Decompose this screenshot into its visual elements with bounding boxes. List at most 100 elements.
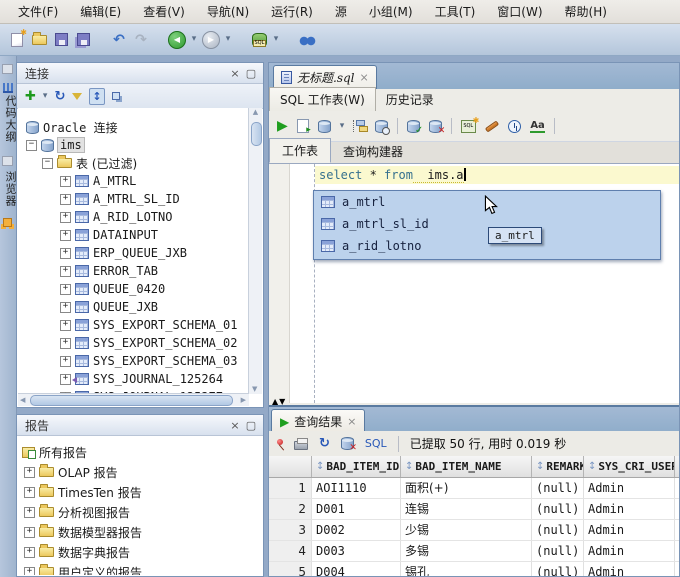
rollback-icon[interactable] [429, 120, 442, 133]
horizontal-scrollbar[interactable]: ◀ ▶ [18, 393, 249, 406]
cell[interactable]: (null) [532, 562, 584, 576]
tree-item-report-folder[interactable]: +分析视图报告 [18, 502, 262, 522]
scroll-right-icon[interactable]: ▶ [241, 396, 246, 404]
expand-icon[interactable]: + [60, 338, 71, 349]
undo-button[interactable]: ↶ [108, 28, 130, 52]
tree-item-table[interactable]: +A_MTRL_SL_ID [18, 190, 249, 208]
add-connection-button[interactable]: ✚ [25, 89, 36, 104]
autotrace-icon[interactable] [375, 120, 388, 133]
tree-item-table[interactable]: +A_RID_LOTNO [18, 208, 249, 226]
table-row[interactable]: 1 AOI1110 面积(+) (null) Admin 2 [269, 478, 679, 499]
unshared-worksheet-icon[interactable] [461, 120, 476, 133]
cell[interactable]: (null) [532, 499, 584, 519]
close-icon[interactable]: × [227, 419, 243, 432]
cell[interactable]: 连锡 [401, 499, 532, 519]
expand-icon[interactable]: + [24, 487, 35, 498]
tree-item-table[interactable]: +QUEUE_JXB [18, 298, 249, 316]
cell-partial[interactable]: 2 [675, 478, 679, 498]
expand-icon[interactable]: + [60, 302, 71, 313]
save-all-button[interactable] [72, 28, 94, 52]
cell-partial[interactable]: 2 [675, 499, 679, 519]
scroll-left-icon[interactable]: ◀ [20, 396, 25, 404]
cell[interactable]: Admin [584, 520, 675, 540]
clear-icon[interactable] [485, 120, 499, 132]
forward-dropdown[interactable]: ▾ [222, 28, 234, 52]
collapse-all-icon[interactable] [112, 92, 120, 100]
column-header[interactable]: ↕BAD_ITEM_ID [312, 456, 401, 477]
dock-tab-icon[interactable] [2, 156, 13, 166]
change-case-icon[interactable]: Aa [530, 120, 545, 133]
tree-item-tables-folder[interactable]: − 表 (已过滤) [18, 154, 249, 172]
menu-run[interactable]: 运行(R) [261, 1, 323, 22]
tree-item-table[interactable]: +SYS_JOURNAL_125264 [18, 370, 249, 388]
table-row[interactable]: 2 D001 连锡 (null) Admin 2 [269, 499, 679, 520]
cell[interactable]: (null) [532, 478, 584, 498]
expand-icon[interactable]: + [24, 547, 35, 558]
tree-item-all-reports[interactable]: 所有报告 [18, 442, 262, 462]
dock-tab-icon[interactable] [2, 64, 13, 74]
sql-history-icon[interactable] [508, 120, 521, 133]
save-button[interactable] [50, 28, 72, 52]
expand-icon[interactable]: + [60, 176, 71, 187]
column-header-partial[interactable]: ↕ [675, 456, 679, 477]
tree-item-table[interactable]: +DATAINPUT [18, 226, 249, 244]
close-icon[interactable]: × [360, 71, 369, 84]
sort-toggle-button[interactable]: ↕ [89, 88, 104, 105]
pin-icon[interactable] [277, 439, 283, 445]
sql-connection-button[interactable] [248, 28, 270, 52]
cell[interactable]: D002 [312, 520, 401, 540]
expand-icon[interactable]: + [60, 230, 71, 241]
menu-help[interactable]: 帮助(H) [555, 1, 617, 22]
autocomplete-item[interactable]: a_mtrl_sl_id [314, 213, 660, 235]
back-dropdown[interactable]: ▾ [188, 28, 200, 52]
menu-team[interactable]: 小组(M) [359, 1, 423, 22]
tree-item-table[interactable]: +ERROR_TAB [18, 262, 249, 280]
splitter-arrows-icon[interactable]: ▲▼ [272, 397, 286, 406]
cell[interactable]: (null) [532, 541, 584, 561]
cell-partial[interactable]: 2 [675, 541, 679, 561]
close-icon[interactable]: × [347, 415, 356, 428]
expand-icon[interactable]: + [60, 194, 71, 205]
scrollbar-thumb[interactable] [251, 122, 262, 146]
cell[interactable]: Admin [584, 478, 675, 498]
expand-icon[interactable]: + [60, 356, 71, 367]
explain-plan-icon[interactable] [353, 120, 366, 132]
back-button[interactable]: ◀ [166, 28, 188, 52]
cell[interactable]: (null) [532, 520, 584, 540]
tree-item-oracle-connections[interactable]: Oracle 连接 [18, 118, 249, 136]
cell-partial[interactable]: 2 [675, 562, 679, 576]
sql-link[interactable]: SQL [365, 437, 387, 450]
scroll-down-icon[interactable]: ▼ [252, 385, 257, 393]
expand-icon[interactable]: + [24, 507, 35, 518]
commit-icon[interactable] [407, 120, 420, 133]
database-actions-icon[interactable] [318, 120, 331, 133]
expand-icon[interactable]: + [60, 284, 71, 295]
menu-edit[interactable]: 编辑(E) [70, 1, 131, 22]
cell[interactable]: Admin [584, 541, 675, 561]
table-row[interactable]: 5 D004 锡孔 (null) Admin 2 [269, 562, 679, 576]
new-file-button[interactable] [6, 28, 28, 52]
tab-sql-worksheet[interactable]: SQL 工作表(W) [269, 87, 376, 111]
cell[interactable]: 少锡 [401, 520, 532, 540]
tree-item-table[interactable]: +SYS_EXPORT_SCHEMA_02 [18, 334, 249, 352]
cell-partial[interactable]: 2 [675, 520, 679, 540]
tab-query-builder[interactable]: 查询构建器 [331, 140, 415, 163]
tab-worksheet[interactable]: 工作表 [269, 138, 331, 163]
tree-item-report-folder[interactable]: +用户定义的报告 [18, 562, 262, 575]
close-icon[interactable]: × [227, 67, 243, 80]
menu-window[interactable]: 窗口(W) [487, 1, 552, 22]
scroll-up-icon[interactable]: ▲ [253, 108, 258, 116]
column-header[interactable]: ↕BAD_ITEM_NAME [401, 456, 532, 477]
filter-icon[interactable] [72, 93, 82, 100]
open-file-button[interactable] [28, 28, 50, 52]
expand-icon[interactable]: + [24, 567, 35, 576]
collapse-icon[interactable]: − [26, 140, 37, 151]
expand-icon[interactable]: + [60, 212, 71, 223]
scrollbar-thumb[interactable] [30, 395, 233, 406]
vertical-scrollbar[interactable]: ▲ ▼ [248, 108, 262, 394]
code-line[interactable]: select * from ims.a [319, 168, 466, 182]
refresh-icon[interactable]: ↻ [319, 436, 330, 451]
clear-results-icon[interactable] [341, 437, 354, 450]
tab-history[interactable]: 历史记录 [376, 88, 444, 111]
menu-view[interactable]: 查看(V) [133, 1, 195, 22]
